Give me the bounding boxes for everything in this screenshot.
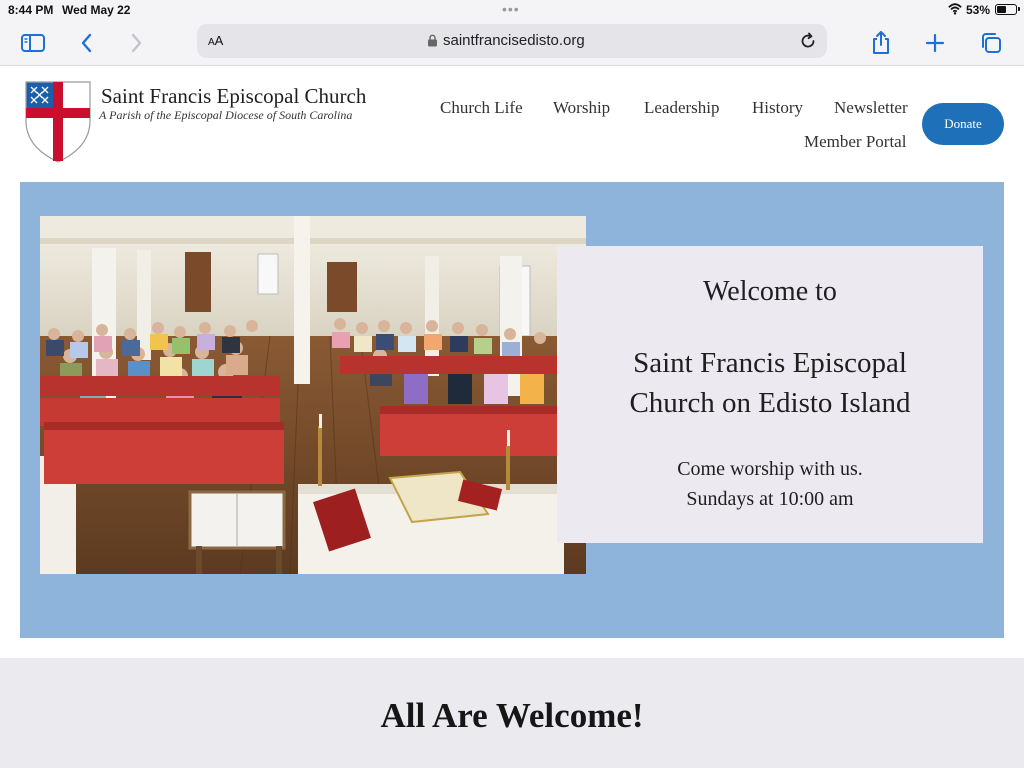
worship-times: Come worship with us. Sundays at 10:00 a… <box>557 454 983 514</box>
site-header: Saint Francis Episcopal Church A Parish … <box>0 67 1024 180</box>
multitasking-dots[interactable]: ••• <box>502 1 520 17</box>
welcome-section: All Are Welcome! <box>0 658 1024 768</box>
church-name-heading: Saint Francis Episcopal Church on Edisto… <box>557 343 983 423</box>
battery-percent: 53% <box>966 3 991 17</box>
new-tab-icon[interactable] <box>920 28 950 58</box>
nav-leadership[interactable]: Leadership <box>644 98 720 118</box>
nav-church-life[interactable]: Church Life <box>440 98 523 118</box>
tabs-icon[interactable] <box>976 28 1006 58</box>
status-time: 8:44 PM <box>8 3 54 17</box>
episcopal-shield-logo[interactable] <box>25 81 91 163</box>
hero-section: Welcome to Saint Francis Episcopal Churc… <box>20 182 1004 638</box>
status-bar: 8:44 PM Wed May 22 ••• 53% <box>0 0 1024 20</box>
back-icon[interactable] <box>72 28 102 58</box>
lock-icon <box>428 34 437 47</box>
nav-member-portal[interactable]: Member Portal <box>804 132 906 152</box>
battery-icon <box>995 4 1020 15</box>
nav-worship[interactable]: Worship <box>553 98 610 118</box>
welcome-heading: Welcome to <box>703 276 837 307</box>
share-icon[interactable] <box>866 28 896 58</box>
donate-button[interactable]: Donate <box>922 103 1004 145</box>
site-subtitle: A Parish of the Episcopal Diocese of Sou… <box>99 108 353 122</box>
congregation-photo <box>40 216 586 574</box>
church-name-line2: Church on Edisto Island <box>629 387 911 419</box>
section-heading: All Are Welcome! <box>380 696 644 735</box>
sidebar-icon[interactable] <box>18 28 48 58</box>
status-date: Wed May 22 <box>62 3 131 17</box>
church-name-line1: Saint Francis Episcopal <box>633 347 907 379</box>
url-text[interactable]: saintfrancisedisto.org <box>443 32 585 49</box>
address-bar[interactable]: AA saintfrancisedisto.org <box>197 24 827 58</box>
worship-invite: Come worship with us. <box>677 458 863 480</box>
wifi-icon <box>948 3 962 15</box>
site-title[interactable]: Saint Francis Episcopal Church <box>101 84 366 109</box>
welcome-card: Welcome to Saint Francis Episcopal Churc… <box>557 246 983 543</box>
nav-history[interactable]: History <box>752 98 803 118</box>
browser-toolbar: AA saintfrancisedisto.org <box>0 20 1024 66</box>
battery-fill <box>997 6 1006 13</box>
service-time: Sundays at 10:00 am <box>686 488 854 510</box>
forward-icon[interactable] <box>121 28 151 58</box>
reload-icon[interactable] <box>798 31 818 51</box>
reader-aa-button[interactable]: AA <box>208 33 223 48</box>
nav-newsletter[interactable]: Newsletter <box>834 98 908 118</box>
